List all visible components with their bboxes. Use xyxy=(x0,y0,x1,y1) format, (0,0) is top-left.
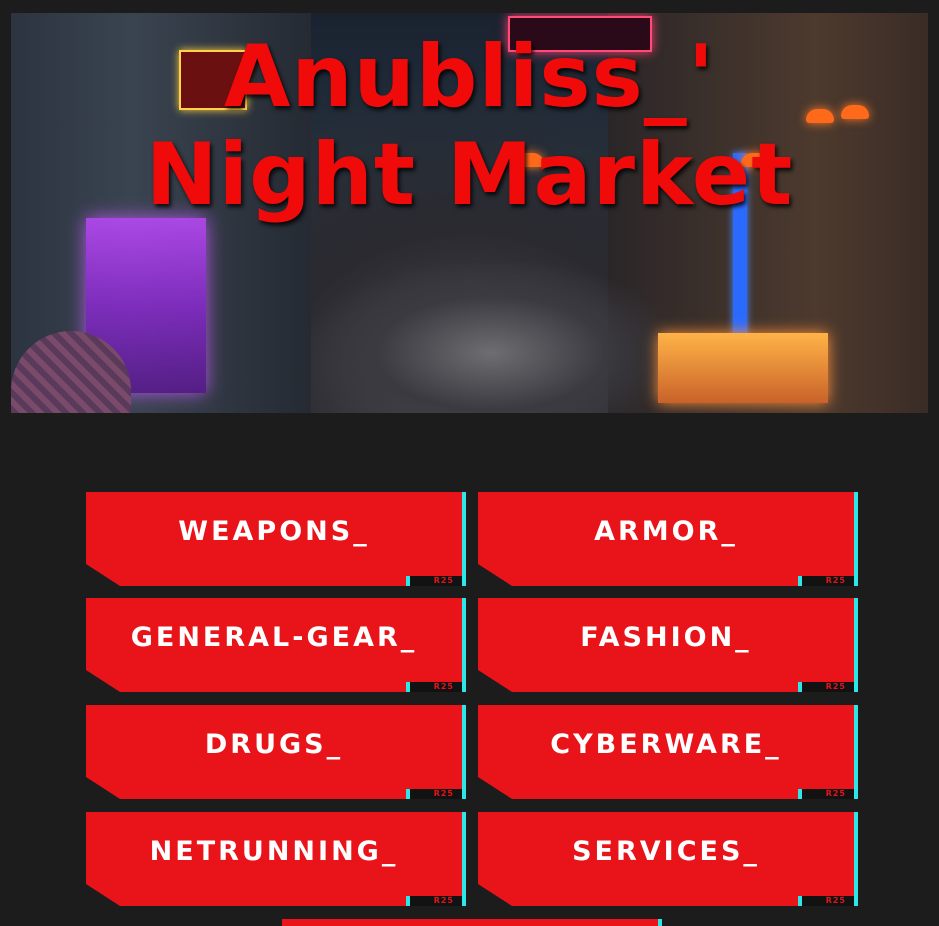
fashion-button[interactable]: R25 FASHION_ xyxy=(478,598,858,692)
general-gear-button[interactable]: R25 GENERAL-GEAR_ xyxy=(86,598,466,692)
button-label: GENERAL-GEAR_ xyxy=(130,622,418,653)
netrunning-button[interactable]: R25 NETRUNNING_ xyxy=(86,812,466,906)
button-label: SERVICES_ xyxy=(572,836,760,867)
button-label: CYBERWARE_ xyxy=(550,729,782,760)
weapons-button[interactable]: R25 WEAPONS_ xyxy=(86,492,466,586)
button-accent-edge xyxy=(462,598,466,692)
button-accent-edge xyxy=(462,705,466,799)
drugs-button[interactable]: R25 DRUGS_ xyxy=(86,705,466,799)
button-label: NETRUNNING_ xyxy=(149,836,399,867)
button-accent-edge xyxy=(462,812,466,906)
button-label: ARMOR_ xyxy=(594,516,738,547)
title-line-1: Anubliss_' xyxy=(223,27,716,127)
button-accent-edge xyxy=(854,812,858,906)
button-accent-edge xyxy=(854,705,858,799)
button-label: FASHION_ xyxy=(580,622,752,653)
page: Anubliss_' Night Market R25 WEAPONS_ R25… xyxy=(0,0,939,926)
button-accent-edge xyxy=(658,919,662,926)
category-button-partial[interactable] xyxy=(282,919,662,926)
button-accent-edge xyxy=(854,598,858,692)
button-accent-edge xyxy=(462,492,466,586)
button-label: DRUGS_ xyxy=(204,729,344,760)
button-accent-edge xyxy=(854,492,858,586)
cyberware-button[interactable]: R25 CYBERWARE_ xyxy=(478,705,858,799)
title-line-2: Night Market xyxy=(145,125,794,225)
services-button[interactable]: R25 SERVICES_ xyxy=(478,812,858,906)
button-label: WEAPONS_ xyxy=(178,516,370,547)
armor-button[interactable]: R25 ARMOR_ xyxy=(478,492,858,586)
food-stall xyxy=(658,333,828,403)
page-title: Anubliss_' Night Market xyxy=(0,28,939,224)
street xyxy=(311,263,671,413)
